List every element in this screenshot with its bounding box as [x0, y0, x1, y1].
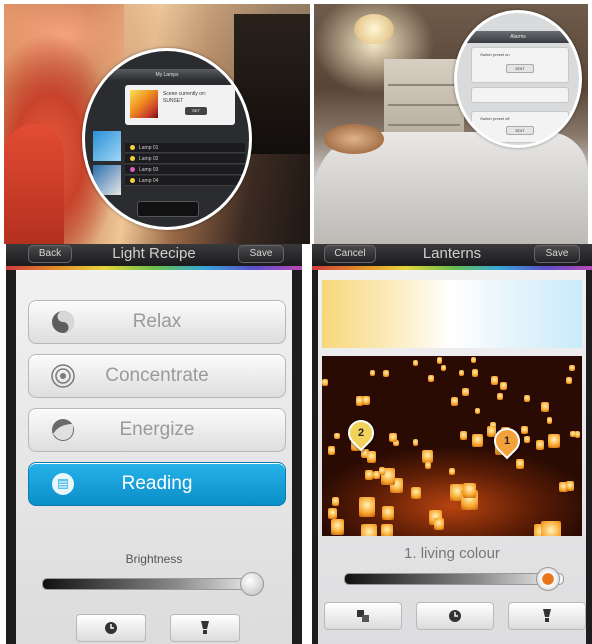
clock-icon	[449, 610, 461, 622]
lantern-light	[369, 370, 375, 377]
lantern-light	[427, 374, 434, 382]
lamp-marker-2[interactable]: 2	[342, 414, 380, 452]
scene-panel: 2 1 1. living colour	[318, 270, 586, 644]
lantern-light	[412, 439, 419, 446]
app-preview-alarms: Alarms Switch preset on EDIT Switch pres…	[454, 10, 582, 148]
lantern-light	[322, 379, 328, 386]
recipe-energize-button[interactable]: Energize	[28, 408, 286, 452]
lantern-light	[411, 487, 421, 499]
color-gradient-swatch[interactable]	[322, 280, 582, 348]
navbar: Light Recipe Back Save	[6, 244, 302, 266]
brightness-slider-handle[interactable]	[240, 572, 264, 596]
lantern-light	[433, 518, 444, 531]
recipe-reading-button[interactable]: Reading	[28, 462, 286, 506]
lantern-light	[471, 357, 477, 364]
lantern-light	[449, 467, 455, 475]
lantern-light	[523, 395, 530, 403]
lantern-light	[362, 395, 370, 405]
lamps-icon	[357, 610, 369, 622]
lantern-light	[565, 376, 572, 384]
lantern-light	[328, 508, 337, 519]
lantern-light	[462, 388, 469, 396]
lantern-light	[334, 432, 340, 440]
recipe-concentrate-button[interactable]: Concentrate	[28, 354, 286, 398]
lamp-settings-button[interactable]	[170, 614, 240, 642]
lantern-light	[535, 440, 545, 451]
lantern-light	[463, 483, 477, 499]
lantern-light	[541, 520, 561, 536]
lantern-light	[381, 523, 394, 536]
lantern-light	[490, 376, 498, 385]
back-button[interactable]: Back	[28, 245, 72, 263]
lantern-light	[521, 425, 529, 435]
recipe-relax-button[interactable]: Relax	[28, 300, 286, 344]
scene-card: Scene currently on: SUNSET SET	[125, 85, 235, 125]
lamp-caption: 1. living colour	[404, 545, 500, 562]
bulb-icon	[201, 621, 209, 634]
lantern-light	[424, 462, 431, 470]
clock-icon	[105, 622, 117, 634]
lantern-light	[359, 497, 376, 517]
mini-navbar: My Lamps	[85, 69, 249, 81]
navbar: Lanterns Cancel Save	[312, 244, 592, 266]
lantern-light	[327, 445, 336, 455]
recipe-label: Concentrate	[105, 365, 209, 386]
lantern-light	[569, 364, 576, 372]
lantern-light	[379, 466, 386, 475]
cancel-button[interactable]: Cancel	[324, 245, 376, 263]
lantern-light	[451, 397, 458, 406]
bulb-icon	[543, 609, 551, 622]
lantern-light	[499, 382, 507, 391]
color-slider[interactable]	[344, 573, 564, 585]
lantern-light	[471, 433, 484, 448]
lantern-light	[565, 481, 575, 492]
lantern-light	[441, 364, 447, 372]
lantern-light	[365, 470, 374, 480]
save-button[interactable]: Save	[238, 245, 284, 263]
lantern-light	[389, 432, 398, 443]
timer-button[interactable]	[76, 614, 146, 642]
save-button[interactable]: Save	[534, 245, 580, 263]
lantern-light	[524, 435, 531, 443]
lantern-light	[540, 401, 550, 412]
lantern-light	[331, 497, 339, 506]
timer-button[interactable]	[416, 602, 494, 630]
lantern-light	[437, 357, 443, 364]
brightness-slider[interactable]	[42, 578, 264, 590]
light-recipe-screen: Light Recipe Back Save Relax Concentrate	[6, 244, 302, 644]
lantern-light	[496, 392, 504, 401]
lantern-light	[413, 360, 419, 367]
lantern-light	[361, 524, 377, 536]
lamp-settings-button[interactable]	[508, 602, 586, 630]
lamps-button[interactable]	[324, 602, 402, 630]
scene-photo[interactable]: 2 1	[322, 356, 582, 536]
lantern-light	[515, 458, 525, 470]
lantern-light	[382, 369, 390, 377]
lantern-light	[472, 369, 479, 377]
lantern-light	[382, 506, 394, 521]
recipe-panel: Relax Concentrate Energize Reading Brigh…	[16, 270, 292, 644]
lantern-light	[458, 369, 464, 376]
lantern-light	[574, 430, 581, 438]
app-preview-lamps: My Lamps Scene currently on: SUNSET SET …	[82, 48, 252, 230]
recipe-label: Reading	[121, 473, 193, 494]
lantern-light	[366, 451, 377, 463]
brightness-label: Brightness	[125, 552, 183, 566]
lantern-light	[459, 430, 468, 440]
recipe-label: Relax	[132, 311, 182, 332]
lanterns-screen: Lanterns Cancel Save 2 1 1. living colou…	[312, 244, 592, 644]
color-slider-handle[interactable]	[535, 567, 560, 591]
recipe-label: Energize	[119, 419, 195, 440]
lantern-light	[330, 519, 344, 535]
lantern-light	[547, 433, 560, 449]
lantern-light	[546, 417, 553, 424]
lantern-light	[475, 407, 481, 414]
